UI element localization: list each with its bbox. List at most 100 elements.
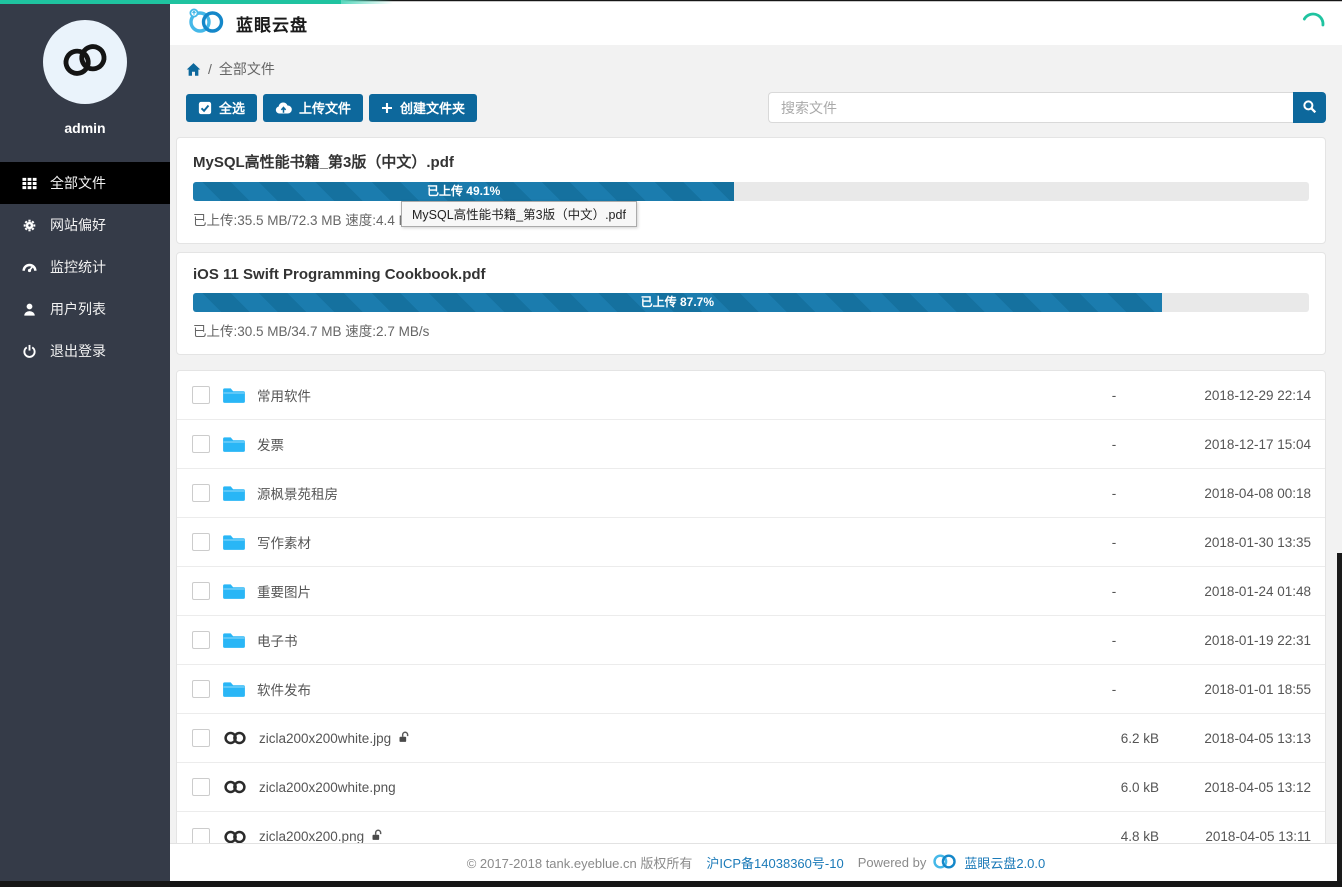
check-square-icon [198, 101, 212, 115]
folder-icon [222, 680, 246, 699]
file-thumbnail-icon [222, 779, 248, 795]
version-link[interactable]: 蓝眼云盘2.0.0 [964, 853, 1045, 872]
select-all-button[interactable]: 全选 [186, 94, 257, 122]
sidebar-item-网站偏好[interactable]: 网站偏好 [0, 204, 170, 246]
row-checkbox[interactable] [192, 778, 210, 796]
file-date: 2018-04-05 13:13 [1159, 731, 1311, 746]
grid-icon [21, 175, 37, 191]
file-size: 6.2 kB [1059, 731, 1159, 746]
file-row[interactable]: 写作素材 - 2018-01-30 13:35 [177, 518, 1325, 567]
file-name[interactable]: zicla200x200white.jpg [259, 731, 411, 746]
file-size: - [1069, 535, 1159, 550]
app-title: 蓝眼云盘 [236, 11, 308, 36]
file-date: 2018-12-29 22:14 [1159, 388, 1311, 403]
search-button[interactable] [1293, 92, 1326, 123]
sidebar-item-退出登录[interactable]: 退出登录 [0, 330, 170, 372]
row-checkbox[interactable] [192, 631, 210, 649]
file-name[interactable]: 电子书 [257, 630, 298, 650]
file-name[interactable]: 常用软件 [257, 385, 311, 405]
upload-filename: MySQL高性能书籍_第3版（中文）.pdf [193, 151, 1309, 172]
file-row[interactable]: 电子书 - 2018-01-19 22:31 [177, 616, 1325, 665]
file-size: - [1069, 486, 1159, 501]
file-name[interactable]: zicla200x200white.png [259, 780, 396, 795]
file-name[interactable]: 软件发布 [257, 679, 311, 699]
file-name[interactable]: 重要图片 [257, 581, 311, 601]
file-row[interactable]: zicla200x200white.png 6.0 kB 2018-04-05 … [177, 763, 1325, 812]
sidebar-item-label: 网站偏好 [50, 215, 106, 235]
upload-card: MySQL高性能书籍_第3版（中文）.pdf 已上传 49.1% MySQL高性… [176, 137, 1326, 244]
upload-file-button[interactable]: 上传文件 [263, 94, 363, 122]
brand[interactable]: 蓝眼云盘 [186, 8, 308, 39]
file-size: 4.8 kB [1059, 829, 1159, 843]
progress-bar: 已上传 49.1% MySQL高性能书籍_第3版（中文）.pdf [193, 182, 1309, 201]
breadcrumb: / 全部文件 [186, 59, 1326, 79]
progress-fill: 已上传 87.7% [193, 293, 1162, 312]
content: / 全部文件 全选 上传文件 创建文件夹 [170, 45, 1342, 843]
file-size: - [1069, 388, 1159, 403]
row-checkbox[interactable] [192, 484, 210, 502]
cloud-upload-icon [275, 102, 292, 114]
username: admin [0, 120, 170, 136]
avatar[interactable] [43, 20, 127, 104]
gauge-icon [21, 259, 37, 275]
row-checkbox[interactable] [192, 386, 210, 404]
file-row[interactable]: zicla200x200.png 4.8 kB 2018-04-05 13:11 [177, 812, 1325, 843]
folder-icon [222, 631, 246, 650]
home-icon[interactable] [186, 62, 201, 77]
row-checkbox[interactable] [192, 680, 210, 698]
file-size: 6.0 kB [1059, 780, 1159, 795]
folder-icon [222, 582, 246, 601]
file-size: - [1069, 682, 1159, 697]
user-profile: admin [0, 0, 170, 162]
file-thumbnail-icon [222, 829, 248, 844]
icp-link[interactable]: 沪ICP备14038360号-10 [706, 853, 843, 872]
folder-icon [222, 484, 246, 503]
loading-spinner-icon [1300, 11, 1326, 37]
file-date: 2018-04-08 00:18 [1159, 486, 1311, 501]
progress-fill: 已上传 49.1% [193, 182, 734, 201]
progress-label: 已上传 87.7% [641, 293, 714, 312]
file-name[interactable]: zicla200x200.png [259, 829, 384, 843]
breadcrumb-separator: / [208, 61, 212, 77]
file-row[interactable]: 源枫景苑租房 - 2018-04-08 00:18 [177, 469, 1325, 518]
sidebar-item-用户列表[interactable]: 用户列表 [0, 288, 170, 330]
row-checkbox[interactable] [192, 533, 210, 551]
file-row[interactable]: 软件发布 - 2018-01-01 18:55 [177, 665, 1325, 714]
infinity-logo-icon [56, 40, 114, 85]
search-input[interactable] [768, 92, 1293, 123]
sidebar-nav: 全部文件 网站偏好 监控统计 用户列表 退出登录 [0, 162, 170, 372]
row-checkbox[interactable] [192, 582, 210, 600]
upload-detail: 已上传:30.5 MB/34.7 MB 速度:2.7 MB/s [193, 320, 1309, 340]
sidebar-item-label: 退出登录 [50, 341, 106, 361]
upload-detail: 已上传:35.5 MB/72.3 MB 速度:4.4 MB/s [193, 209, 1309, 229]
progress-label: 已上传 49.1% [427, 182, 500, 201]
file-name[interactable]: 写作素材 [257, 532, 311, 552]
search-group [768, 92, 1326, 123]
row-checkbox[interactable] [192, 729, 210, 747]
row-checkbox[interactable] [192, 828, 210, 844]
gear-icon [21, 217, 37, 233]
file-date: 2018-01-24 01:48 [1159, 584, 1311, 599]
folder-icon [222, 533, 246, 552]
file-date: 2018-01-19 22:31 [1159, 633, 1311, 648]
user-icon [21, 301, 37, 317]
file-date: 2018-01-01 18:55 [1159, 682, 1311, 697]
file-row[interactable]: 重要图片 - 2018-01-24 01:48 [177, 567, 1325, 616]
file-row[interactable]: 常用软件 - 2018-12-29 22:14 [177, 371, 1325, 420]
file-size: - [1069, 437, 1159, 452]
plus-icon [381, 102, 393, 114]
sidebar-item-监控统计[interactable]: 监控统计 [0, 246, 170, 288]
file-row[interactable]: 发票 - 2018-12-17 15:04 [177, 420, 1325, 469]
file-name[interactable]: 源枫景苑租房 [257, 483, 338, 503]
sidebar-item-全部文件[interactable]: 全部文件 [0, 162, 170, 204]
file-size: - [1069, 584, 1159, 599]
create-folder-button[interactable]: 创建文件夹 [369, 94, 477, 122]
file-row[interactable]: zicla200x200white.jpg 6.2 kB 2018-04-05 … [177, 714, 1325, 763]
file-name[interactable]: 发票 [257, 434, 284, 454]
unlock-icon [371, 829, 384, 843]
row-checkbox[interactable] [192, 435, 210, 453]
folder-icon [222, 386, 246, 405]
footer: © 2017-2018 tank.eyeblue.cn 版权所有 沪ICP备14… [170, 843, 1342, 881]
upload-card: iOS 11 Swift Programming Cookbook.pdf 已上… [176, 252, 1326, 355]
file-list: 常用软件 - 2018-12-29 22:14 发票 - [176, 370, 1326, 843]
